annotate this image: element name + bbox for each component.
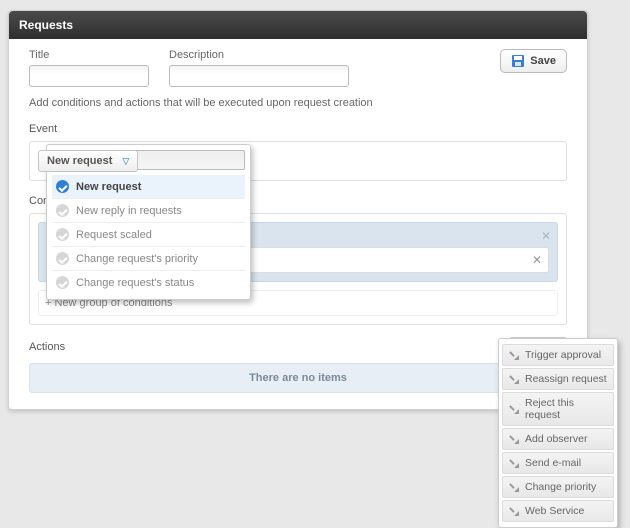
event-option-label: Request scaled (76, 229, 152, 241)
event-section-label: Event (29, 123, 567, 135)
event-dropdown-label: New request (47, 155, 112, 167)
title-label: Title (29, 49, 149, 61)
event-option-label: Change request's priority (76, 253, 198, 265)
event-dropdown-button[interactable]: New request ▽ (38, 150, 138, 172)
chevron-down-icon: ▽ (122, 156, 129, 167)
unchecked-icon (56, 252, 69, 265)
event-option[interactable]: New reply in requests (52, 199, 245, 223)
close-icon[interactable]: ✕ (541, 229, 551, 243)
panel-title: Requests (9, 11, 587, 39)
check-icon (56, 180, 69, 193)
action-option[interactable]: Trigger approval (502, 344, 614, 366)
action-option-label: Reject this request (525, 397, 607, 421)
title-input[interactable] (29, 65, 149, 87)
action-option-label: Add observer (525, 433, 587, 445)
action-option[interactable]: Web Service (502, 500, 614, 522)
event-option-label: Change request's status (76, 277, 194, 289)
arrow-down-right-icon (509, 506, 519, 516)
action-option-label: Send e-mail (525, 457, 581, 469)
event-option-label: New reply in requests (76, 205, 182, 217)
action-option-label: Change priority (525, 481, 596, 493)
action-option-label: Reassign request (525, 373, 607, 385)
event-option-label: New request (76, 181, 141, 193)
save-button-label: Save (530, 55, 556, 67)
actions-empty-state: There are no items (29, 363, 567, 393)
action-option[interactable]: Add observer (502, 428, 614, 450)
save-button[interactable]: Save (500, 49, 567, 73)
description-input[interactable] (169, 65, 349, 87)
unchecked-icon (56, 228, 69, 241)
actions-menu: Trigger approval Reassign request Reject t… (498, 338, 618, 528)
arrow-down-right-icon (509, 458, 519, 468)
arrow-down-right-icon (509, 404, 519, 414)
action-option[interactable]: Reject this request (502, 392, 614, 426)
event-option[interactable]: Change request's status (52, 271, 245, 294)
hint-text: Add conditions and actions that will be … (29, 97, 567, 109)
description-label: Description (169, 49, 349, 61)
save-icon (511, 54, 525, 68)
event-option[interactable]: New request (52, 175, 245, 199)
arrow-down-right-icon (509, 350, 519, 360)
action-option-label: Trigger approval (525, 349, 601, 361)
arrow-down-right-icon (509, 434, 519, 444)
event-option[interactable]: Request scaled (52, 223, 245, 247)
arrow-down-right-icon (509, 482, 519, 492)
actions-section-label: Actions (29, 341, 65, 353)
close-icon[interactable]: ✕ (532, 253, 542, 267)
unchecked-icon (56, 276, 69, 289)
action-option[interactable]: Change priority (502, 476, 614, 498)
event-option[interactable]: Change request's priority (52, 247, 245, 271)
unchecked-icon (56, 204, 69, 217)
arrow-down-right-icon (509, 374, 519, 384)
action-option[interactable]: Send e-mail (502, 452, 614, 474)
action-option-label: Web Service (525, 505, 584, 517)
action-option[interactable]: Reassign request (502, 368, 614, 390)
